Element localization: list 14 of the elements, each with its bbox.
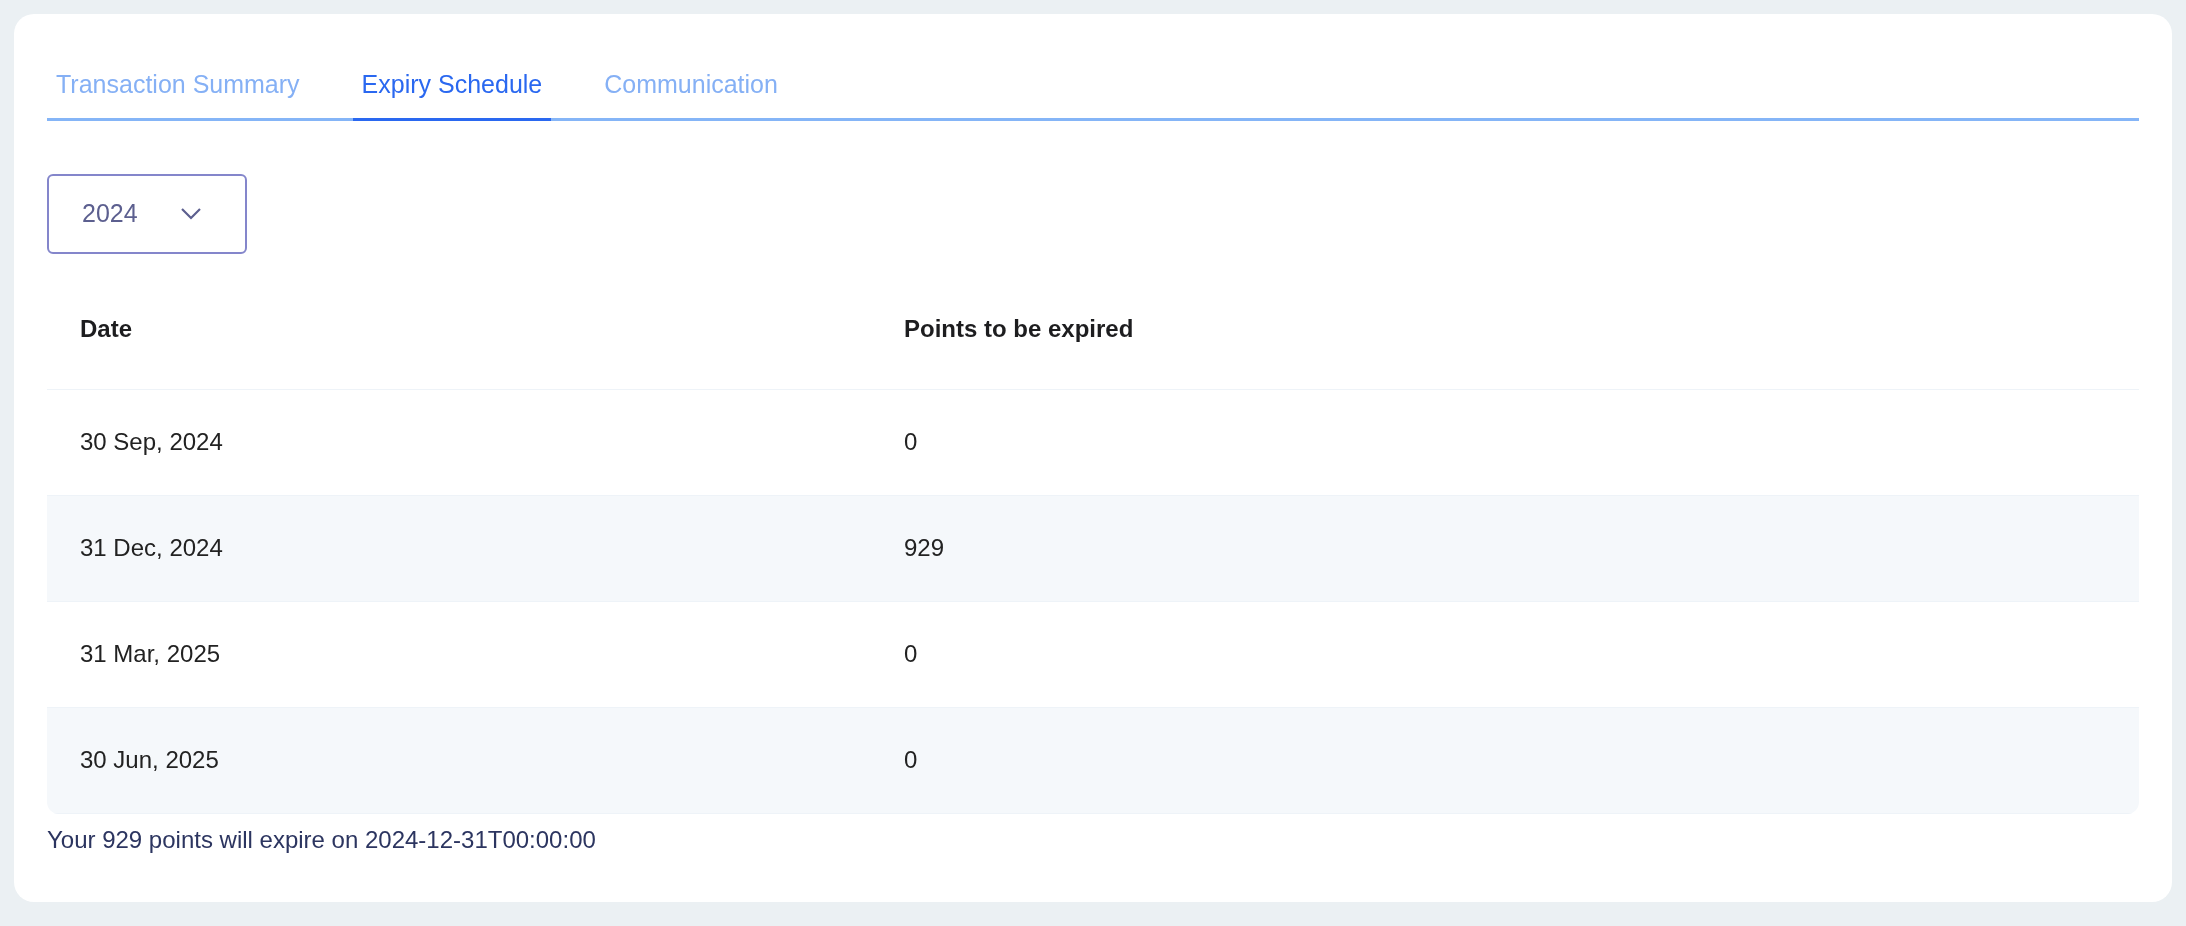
table-cell: 30 Jun, 2025 (80, 746, 219, 773)
expiry-note: Your 929 points will expire on 2024-12-31T00:00:00 (47, 824, 597, 855)
table-cell: 0 (904, 746, 918, 773)
year-dropdown[interactable]: 2024 (47, 173, 247, 254)
table-cell: 30 Sep, 2024 (80, 428, 223, 455)
table-cell: 31 Dec, 2024 (80, 534, 223, 561)
chevron-down-icon (179, 206, 202, 221)
column-header: Points to be expired (903, 314, 1135, 344)
column-header: Date (79, 314, 134, 344)
tab[interactable]: Expiry Schedule (352, 66, 552, 121)
table-cell: 0 (904, 428, 918, 455)
table-cell: 929 (904, 534, 945, 561)
table-cell: 31 Mar, 2025 (80, 640, 221, 667)
table-cell: 0 (904, 640, 918, 667)
